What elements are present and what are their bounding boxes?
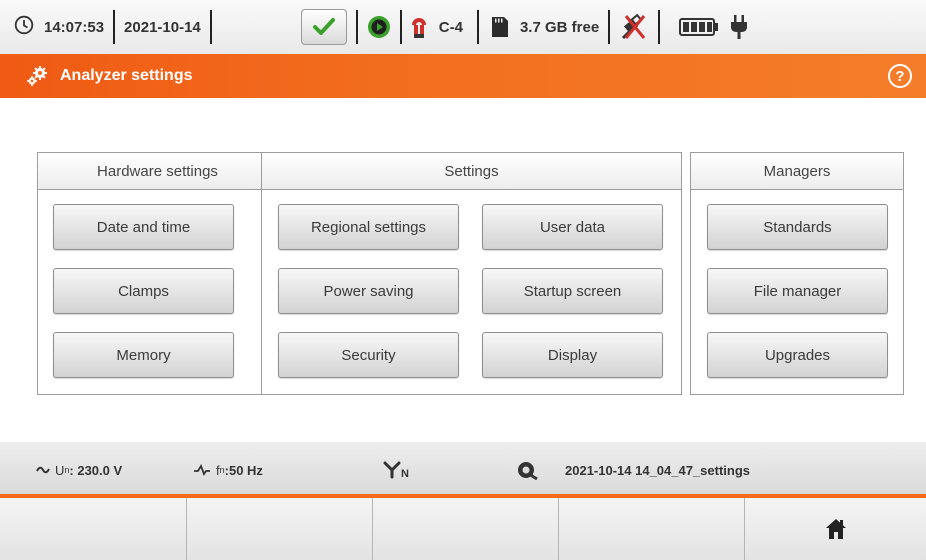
frequency-value: :50 Hz	[224, 462, 263, 478]
startup-screen-button[interactable]: Startup screen	[482, 268, 663, 314]
config-file-name: 2021-10-14 14_04_47_settings	[565, 462, 751, 478]
nominal-voltage: Un: 230.0 V	[36, 442, 122, 498]
softkey-2[interactable]	[187, 498, 373, 560]
managers-heading: Managers	[691, 153, 903, 190]
status-time: 14:07:53	[44, 18, 105, 36]
sd-card-icon	[491, 17, 508, 37]
memory-button[interactable]: Memory	[53, 332, 234, 378]
title-bar: Analyzer settings ?	[0, 54, 926, 98]
separator	[658, 10, 661, 44]
managers-panel: Managers Standards File manager Upgrades	[690, 152, 904, 395]
voltage-value: : 230.0 V	[69, 462, 123, 478]
nominal-frequency: f n:50 Hz	[193, 442, 263, 498]
usb-disconnected-icon	[619, 12, 649, 42]
separator	[113, 10, 116, 44]
upgrades-button[interactable]: Upgrades	[707, 332, 888, 378]
network-subscript: N	[401, 468, 409, 480]
separator	[476, 10, 479, 44]
ac-sine-icon	[36, 466, 50, 474]
clock-icon	[14, 15, 34, 39]
separator	[209, 10, 212, 44]
clamp-label: C-4	[438, 18, 463, 36]
status-date: 2021-10-14	[124, 18, 201, 36]
security-button[interactable]: Security	[278, 332, 459, 378]
battery-icon	[679, 18, 719, 36]
voltage-symbol: U	[55, 462, 65, 478]
settings-panel: Settings Regional settings User data Pow…	[261, 152, 682, 395]
file-manager-button[interactable]: File manager	[707, 268, 888, 314]
softkey-3[interactable]	[373, 498, 559, 560]
info-bar: Un: 230.0 V f n:50 Hz N 2021-10-14 14_04_…	[0, 442, 926, 498]
network-type: N	[383, 442, 409, 498]
separator	[399, 10, 402, 44]
separator	[608, 10, 611, 44]
play-circle-icon[interactable]	[367, 15, 391, 39]
regional-settings-button[interactable]: Regional settings	[278, 204, 459, 250]
frequency-wave-icon	[194, 464, 210, 476]
user-data-button[interactable]: User data	[482, 204, 663, 250]
status-bar: 14:07:53 2021-10-14 C-4 3.7 GB free	[0, 0, 926, 54]
clamp-icon	[411, 14, 427, 40]
softkey-1[interactable]	[0, 498, 187, 560]
ok-status-button[interactable]	[300, 9, 347, 45]
clamps-button[interactable]: Clamps	[53, 268, 234, 314]
date-and-time-button[interactable]: Date and time	[53, 204, 234, 250]
storage-free: 3.7 GB free	[519, 18, 600, 36]
wye-network-icon	[383, 461, 401, 479]
hardware-settings-heading: Hardware settings	[38, 153, 277, 190]
page-title: Analyzer settings	[60, 67, 193, 84]
hardware-settings-panel: Hardware settings Date and time Clamps M…	[37, 152, 278, 395]
power-plug-icon	[731, 15, 748, 39]
checkmark-icon	[312, 18, 335, 35]
softkey-4[interactable]	[559, 498, 745, 560]
measurement-config-icon	[518, 462, 538, 480]
power-saving-button[interactable]: Power saving	[278, 268, 459, 314]
help-icon[interactable]: ?	[888, 64, 912, 88]
separator	[355, 10, 358, 44]
home-icon	[825, 519, 846, 539]
gears-icon	[26, 65, 48, 87]
home-button[interactable]	[745, 498, 926, 560]
softkey-bar	[0, 498, 926, 560]
display-button[interactable]: Display	[482, 332, 663, 378]
configuration-file: 2021-10-14 14_04_47_settings	[517, 442, 750, 498]
settings-heading: Settings	[262, 153, 681, 190]
standards-button[interactable]: Standards	[707, 204, 888, 250]
